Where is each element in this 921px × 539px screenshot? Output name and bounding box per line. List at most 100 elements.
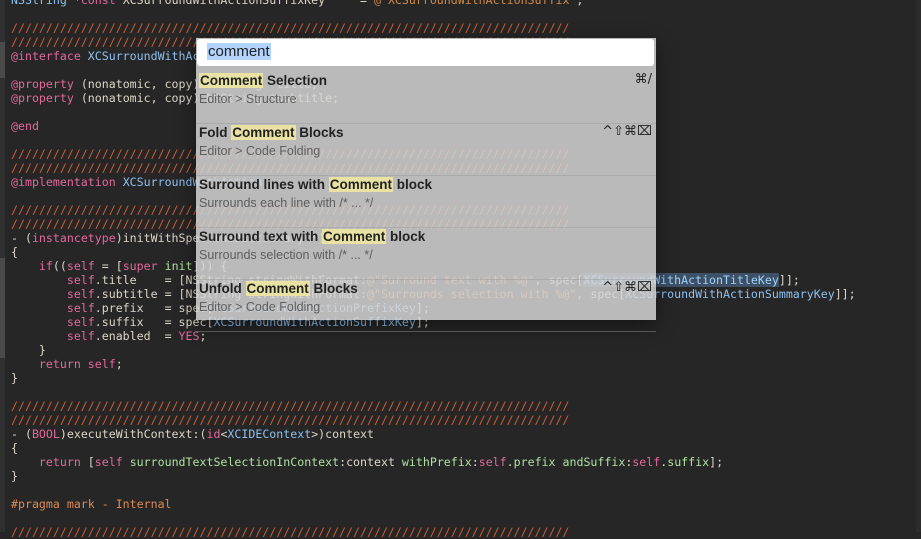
- code-line[interactable]: }: [11, 371, 915, 385]
- result-subtitle: Surrounds selection with /* ... */: [199, 248, 373, 262]
- code-token: instancetype: [31, 231, 116, 245]
- code-token: - (: [11, 427, 32, 441]
- result-shortcut: ⌘/: [634, 72, 652, 87]
- command-palette: comment Comment Selection Editor > Struct…: [196, 38, 656, 332]
- result-title-match: Comment: [328, 177, 394, 192]
- result-title-match: Comment: [322, 229, 387, 244]
- code-line[interactable]: return [self surroundTextSelectionInCont…: [11, 455, 915, 469]
- code-token: :context: [339, 455, 402, 469]
- code-token: return self: [38, 357, 116, 371]
- code-token: withPrefix: [401, 455, 472, 469]
- code-line[interactable]: ////////////////////////////////////////…: [11, 399, 915, 413]
- code-token: @end: [11, 119, 39, 133]
- code-token: ////////////////////////////////////////…: [11, 413, 570, 427]
- result-title-prefix: Unfold: [199, 281, 246, 296]
- code-token: suffix: [667, 455, 710, 469]
- code-token: ]];: [778, 273, 800, 287]
- result-subtitle: Editor > Code Folding: [199, 300, 321, 314]
- code-token: init: [164, 259, 193, 273]
- code-token: )executeWithContext:(: [59, 427, 207, 441]
- code-token: self: [632, 455, 661, 469]
- result-title-suffix: Selection: [263, 73, 328, 88]
- code-token: ;: [115, 357, 123, 371]
- result-shortcut: ^⇧⌘⌧: [602, 280, 652, 295]
- result-title-prefix: Surround text with: [199, 229, 322, 244]
- code-token: if: [38, 259, 53, 273]
- code-line[interactable]: return self;: [11, 357, 915, 371]
- code-token: NSString: [11, 0, 74, 7]
- code-token: {: [11, 245, 18, 259]
- result-subtitle: Surrounds each line with /* ... */: [199, 196, 374, 210]
- code-token: BOOL: [31, 427, 60, 441]
- code-line[interactable]: }: [11, 469, 915, 483]
- result-title: Unfold Comment Blocks: [199, 281, 358, 296]
- result-title: Comment Selection: [199, 73, 327, 88]
- result-title-prefix: Fold: [199, 125, 232, 140]
- code-line[interactable]: ////////////////////////////////////////…: [11, 525, 915, 539]
- code-token: prefix: [513, 455, 563, 469]
- code-token: {: [11, 441, 18, 455]
- code-token: #pragma mark - Internal: [11, 497, 172, 511]
- code-token: @property: [11, 77, 81, 91]
- code-token: ]];: [834, 287, 856, 301]
- code-line[interactable]: - (BOOL)executeWithContext:(id<XCIDECont…: [11, 427, 915, 441]
- code-token: @interface: [11, 49, 88, 63]
- gutter-marker: [0, 258, 5, 358]
- code-token: andSuffix: [562, 455, 626, 469]
- code-token: *: [73, 0, 81, 7]
- code-line[interactable]: [11, 7, 915, 21]
- code-token: ////////////////////////////////////////…: [11, 399, 570, 413]
- code-token: ////////////////////////////////////////…: [11, 525, 570, 539]
- code-line[interactable]: [11, 385, 915, 399]
- editor-scrollbar[interactable]: [916, 0, 921, 532]
- result-title-suffix: Blocks: [309, 281, 358, 296]
- result-subtitle: Editor > Code Folding: [199, 144, 321, 158]
- code-line[interactable]: ////////////////////////////////////////…: [11, 413, 915, 427]
- code-token: XCSurroundWithActionSummaryKey: [625, 287, 835, 301]
- palette-search-input[interactable]: comment: [197, 39, 654, 66]
- code-token: self: [66, 301, 95, 315]
- result-title: Surround text with Comment block: [199, 229, 425, 244]
- palette-result-item[interactable]: Unfold Comment Blocks Editor > Code Foldi…: [196, 280, 656, 332]
- result-title: Surround lines with Comment block: [199, 177, 432, 192]
- code-token: ////////////////////////////////////////…: [11, 21, 570, 35]
- palette-result-item[interactable]: Fold Comment Blocks Editor > Code Folding…: [196, 124, 656, 176]
- code-token: self: [66, 287, 95, 301]
- code-token: surroundTextSelectionInContext: [129, 455, 340, 469]
- code-line[interactable]: [11, 511, 915, 525]
- code-token: id: [206, 427, 221, 441]
- palette-result-item[interactable]: Surround lines with Comment block Surroun…: [196, 176, 656, 228]
- code-line[interactable]: {: [11, 441, 915, 455]
- code-line[interactable]: ////////////////////////////////////////…: [11, 21, 915, 35]
- code-token: ;: [576, 0, 584, 7]
- code-token: const: [80, 0, 123, 7]
- palette-result-item[interactable]: Comment Selection Editor > Structure ⌘/: [196, 72, 656, 124]
- result-subtitle: Editor > Structure: [199, 92, 297, 106]
- code-token: XCSurroundWithActionSuffixKey =: [122, 0, 374, 7]
- result-title-match: Comment: [231, 125, 296, 140]
- result-title-prefix: Surround lines with: [199, 177, 329, 192]
- search-query-text: comment: [207, 43, 271, 60]
- code-token: self: [66, 329, 95, 343]
- code-line[interactable]: #pragma mark - Internal: [11, 497, 915, 511]
- result-title: Fold Comment Blocks: [199, 125, 344, 140]
- code-token: ];: [709, 455, 724, 469]
- code-line[interactable]: [11, 483, 915, 497]
- code-token: @implementation: [11, 175, 123, 189]
- code-token: @"XCSurroundWithActionSuffix": [373, 0, 577, 7]
- code-token: }: [11, 469, 18, 483]
- code-token: XCIDEContext: [227, 427, 312, 441]
- code-token: - (: [11, 231, 32, 245]
- code-line[interactable]: NSString *const XCSurroundWithActionSuff…: [11, 0, 915, 7]
- code-token: = [: [94, 259, 123, 273]
- palette-result-item[interactable]: Surround text with Comment block Surround…: [196, 228, 656, 280]
- code-line[interactable]: }: [11, 343, 915, 357]
- code-token: self: [94, 455, 130, 469]
- code-token: >)context: [311, 427, 375, 441]
